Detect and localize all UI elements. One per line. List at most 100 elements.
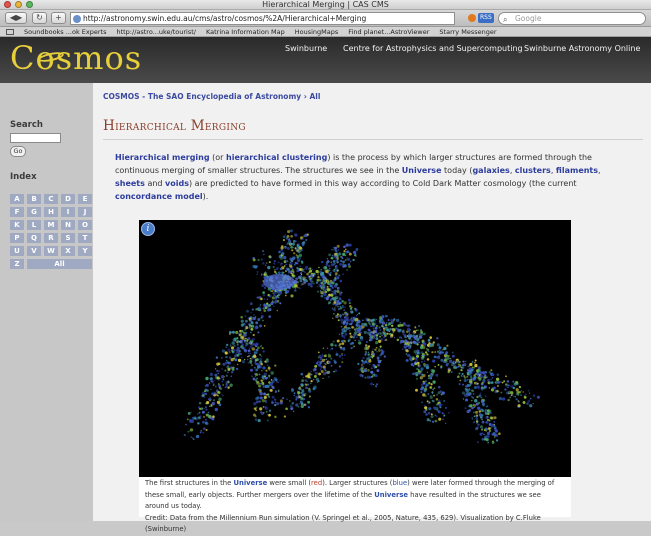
search-icon[interactable]: ⌕ xyxy=(503,14,507,25)
tree-particle xyxy=(367,318,370,322)
rss-badge[interactable]: RSS xyxy=(478,13,494,23)
feed-icon[interactable] xyxy=(468,14,476,22)
index-letter-j[interactable]: J xyxy=(78,207,92,217)
bookmarks-book-icon[interactable] xyxy=(6,28,14,35)
tree-particle xyxy=(379,317,382,320)
tree-particle xyxy=(429,336,433,339)
tree-particle xyxy=(348,302,351,305)
forward-icon[interactable]: ▶ xyxy=(16,13,22,22)
index-letter-h[interactable]: H xyxy=(44,207,58,217)
index-letter-r[interactable]: R xyxy=(44,233,58,243)
tree-particle xyxy=(278,389,280,391)
reload-button[interactable]: ↻ xyxy=(32,12,47,24)
link-hierarchical-merging[interactable]: Hierarchical merging xyxy=(115,153,210,162)
caption-link-universe[interactable]: Universe xyxy=(233,479,267,487)
nav-link-sao[interactable]: Swinburne Astronomy Online xyxy=(524,44,640,53)
tree-particle xyxy=(436,350,439,353)
tree-particle xyxy=(263,378,265,381)
tree-particle xyxy=(264,399,267,402)
link-voids[interactable]: voids xyxy=(165,179,189,188)
info-icon[interactable]: i xyxy=(141,222,155,236)
index-letter-f[interactable]: F xyxy=(10,207,24,217)
address-text[interactable]: http://astronomy.swin.edu.au/cms/astro/c… xyxy=(83,14,366,23)
index-letter-p[interactable]: P xyxy=(10,233,24,243)
index-letter-t[interactable]: T xyxy=(78,233,92,243)
nav-link-cas[interactable]: Centre for Astrophysics and Supercomputi… xyxy=(343,44,523,53)
link-filaments[interactable]: filaments xyxy=(556,166,598,175)
add-bookmark-button[interactable]: + xyxy=(51,12,66,24)
tree-particle xyxy=(341,357,344,360)
go-button[interactable]: Go xyxy=(10,146,26,157)
tree-particle xyxy=(517,393,520,396)
tree-particle xyxy=(479,432,483,436)
tree-particle xyxy=(263,286,267,290)
caption-link-universe[interactable]: Universe xyxy=(374,491,408,499)
index-letter-s[interactable]: S xyxy=(61,233,75,243)
tree-particle xyxy=(291,242,295,246)
tree-particle xyxy=(417,351,420,355)
tree-particle xyxy=(286,247,290,250)
link-galaxies[interactable]: galaxies xyxy=(472,166,509,175)
bookmark-item[interactable]: Katrina Information Map xyxy=(206,28,285,36)
tree-particle xyxy=(257,331,260,334)
index-letter-n[interactable]: N xyxy=(61,220,75,230)
index-letter-u[interactable]: U xyxy=(10,246,24,256)
tree-particle xyxy=(461,372,464,376)
bookmark-item[interactable]: Find planet...AstroViewer xyxy=(348,28,429,36)
link-clusters[interactable]: clusters xyxy=(515,166,551,175)
bookmark-item[interactable]: HousingMaps xyxy=(295,28,339,36)
index-letter-l[interactable]: L xyxy=(27,220,41,230)
tree-particle xyxy=(464,387,468,391)
link-sheets[interactable]: sheets xyxy=(115,179,145,188)
index-letter-w[interactable]: W xyxy=(44,246,58,256)
tree-particle xyxy=(463,378,467,382)
index-letter-x[interactable]: X xyxy=(61,246,75,256)
tree-particle xyxy=(323,372,327,376)
cosmos-logo[interactable]: Cosmos xyxy=(10,39,142,77)
intro-text: , xyxy=(598,166,601,175)
address-bar[interactable]: http://astronomy.swin.edu.au/cms/astro/c… xyxy=(70,12,455,25)
index-letter-c[interactable]: C xyxy=(44,194,58,204)
link-concordance-model[interactable]: concordance model xyxy=(115,192,203,201)
tree-particle xyxy=(292,257,295,260)
index-letter-i[interactable]: I xyxy=(61,207,75,217)
index-letter-v[interactable]: V xyxy=(27,246,41,256)
tree-particle xyxy=(241,360,246,364)
tree-particle xyxy=(493,424,496,427)
index-letter-m[interactable]: M xyxy=(44,220,58,230)
index-letter-y[interactable]: Y xyxy=(78,246,92,256)
tree-particle xyxy=(393,336,396,339)
bookmark-item[interactable]: Starry Messenger xyxy=(439,28,496,36)
tree-particle xyxy=(463,376,467,379)
tree-particle xyxy=(423,410,427,414)
tree-particle xyxy=(379,345,382,348)
tree-particle xyxy=(221,368,223,370)
index-letter-g[interactable]: G xyxy=(27,207,41,217)
tree-particle xyxy=(324,297,326,299)
index-letter-d[interactable]: D xyxy=(61,194,75,204)
tree-particle xyxy=(462,367,464,370)
tree-particle xyxy=(341,340,344,343)
index-letter-o[interactable]: O xyxy=(78,220,92,230)
index-letter-q[interactable]: Q xyxy=(27,233,41,243)
breadcrumb[interactable]: COSMOS - The SAO Encyclopedia of Astrono… xyxy=(103,92,320,101)
index-letter-e[interactable]: E xyxy=(78,194,92,204)
index-letter-z[interactable]: Z xyxy=(10,259,24,269)
index-letter-a[interactable]: A xyxy=(10,194,24,204)
link-hierarchical-clustering[interactable]: hierarchical clustering xyxy=(226,153,327,162)
bookmark-item[interactable]: Soundbooks ...ok Experts xyxy=(24,28,106,36)
tree-particle xyxy=(409,355,412,358)
link-universe[interactable]: Universe xyxy=(402,166,442,175)
bookmark-item[interactable]: http://astro...uke/tourist/ xyxy=(116,28,196,36)
search-input[interactable]: ⌕ Google xyxy=(498,12,646,25)
nav-link-swinburne[interactable]: Swinburne xyxy=(285,44,327,53)
sidebar-search-input[interactable] xyxy=(10,133,61,143)
back-forward-button[interactable]: ◀▶ xyxy=(5,12,27,24)
left-sidebar: Search Go Index ABCDE FGHIJ KLMNO PQRST UVWX… xyxy=(0,83,93,521)
tree-particle xyxy=(265,410,268,413)
index-letter-k[interactable]: K xyxy=(10,220,24,230)
index-letter-b[interactable]: B xyxy=(27,194,41,204)
tree-particle xyxy=(466,383,470,388)
index-all[interactable]: All xyxy=(27,259,92,269)
tree-particle xyxy=(443,400,445,402)
